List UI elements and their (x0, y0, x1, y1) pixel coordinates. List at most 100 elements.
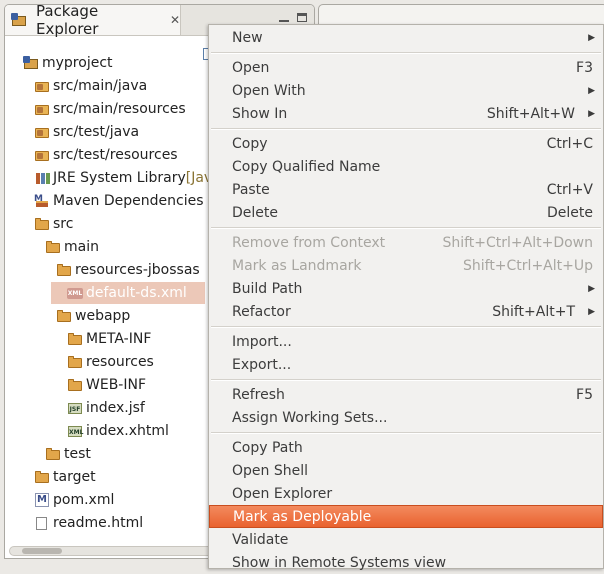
tree-item[interactable]: src/test/java (18, 121, 139, 143)
submenu-arrow-icon: ▶ (588, 85, 595, 96)
menu-item-label: Remove from Context (232, 234, 386, 251)
collapsed-arrow-icon[interactable] (51, 334, 61, 344)
menu-item-refresh[interactable]: Refresh F5 (209, 383, 603, 406)
menu-item-copy[interactable]: Copy Ctrl+C (209, 132, 603, 155)
close-icon[interactable]: ✕ (170, 13, 180, 27)
expanded-arrow-icon[interactable] (40, 311, 50, 321)
menu-item-copy-path[interactable]: Copy Path (209, 436, 603, 459)
menu-item-delete[interactable]: Delete Delete (209, 201, 603, 224)
tree-item-label: src/test/java (53, 124, 140, 140)
menu-item-mark-as-deployable[interactable]: Mark as Deployable (209, 505, 603, 528)
tree-item[interactable]: default-ds.xml (51, 282, 205, 304)
collapsed-arrow-icon[interactable] (51, 357, 61, 367)
tree-item[interactable]: resources (51, 351, 154, 373)
submenu-arrow-icon: ▶ (588, 32, 595, 43)
tree-item[interactable]: src (18, 213, 73, 235)
tree-item[interactable]: src/test/resources (18, 144, 178, 166)
menu-item-label: Open With (232, 82, 306, 99)
project-icon (23, 56, 39, 70)
tree-item[interactable]: webapp (40, 305, 130, 327)
collapsed-arrow-icon[interactable] (18, 127, 28, 137)
menu-item-build-path[interactable]: Build Path ▶ (209, 277, 603, 300)
menu-item-refactor[interactable]: Refactor Shift+Alt+T ▶ (209, 300, 603, 323)
menu-item-label: Validate (232, 531, 289, 548)
folder-icon (45, 240, 61, 254)
tree-item-label: index.jsf (86, 400, 145, 416)
tab-title: Package Explorer (36, 4, 99, 38)
collapsed-arrow-icon[interactable] (18, 81, 28, 91)
menu-separator (211, 432, 601, 434)
menu-item-label: Open (232, 59, 270, 76)
menu-item-open-with[interactable]: Open With ▶ (209, 79, 603, 102)
menu-item-mark-as-landmark[interactable]: Mark as Landmark Shift+Ctrl+Alt+Up (209, 254, 603, 277)
tree-item[interactable]: Maven Dependencies (18, 190, 204, 212)
scrollbar-thumb[interactable] (22, 548, 62, 554)
tree-item[interactable]: test (29, 443, 91, 465)
collapsed-arrow-icon[interactable] (29, 449, 39, 459)
menu-item-export[interactable]: Export... (209, 353, 603, 376)
menu-item-remove-from-context[interactable]: Remove from Context Shift+Ctrl+Alt+Down (209, 231, 603, 254)
collapsed-arrow-icon[interactable] (18, 196, 28, 206)
tree-item[interactable]: readme.html (18, 512, 143, 534)
source-folder-icon (34, 102, 50, 116)
tree-item[interactable]: pom.xml (18, 489, 114, 511)
jsf-file-icon (67, 401, 83, 415)
minimize-icon[interactable] (279, 13, 289, 22)
menu-separator (211, 52, 601, 54)
collapsed-arrow-icon[interactable] (18, 173, 28, 183)
menu-item-new[interactable]: New ▶ (209, 26, 603, 49)
tree-item[interactable]: WEB-INF (51, 374, 146, 396)
xml-file-icon (67, 286, 83, 300)
tree-item-label: target (53, 469, 96, 485)
menu-item-show-in[interactable]: Show In Shift+Alt+W ▶ (209, 102, 603, 125)
folder-icon (67, 355, 83, 369)
menu-item-paste[interactable]: Paste Ctrl+V (209, 178, 603, 201)
tree-item[interactable]: index.jsf (51, 397, 145, 419)
tree-item[interactable]: main (29, 236, 99, 258)
tree-item[interactable]: myproject (7, 52, 113, 74)
tree-item[interactable]: target (18, 466, 96, 488)
expanded-arrow-icon[interactable] (7, 58, 17, 68)
context-menu: New ▶ Open F3 Open With ▶ Show In Shift+Alt+W ▶ C… (208, 24, 604, 571)
tree-item[interactable]: resources-jbossas (40, 259, 200, 281)
menu-item-label: Delete (232, 204, 278, 221)
tree-item[interactable]: index.xhtml (51, 420, 169, 442)
menu-item-label: Mark as Deployable (233, 508, 372, 525)
collapsed-arrow-icon[interactable] (51, 380, 61, 390)
menu-item-copy-qualified-name[interactable]: Copy Qualified Name (209, 155, 603, 178)
menu-item-import[interactable]: Import... (209, 330, 603, 353)
menu-item-label: Build Path (232, 280, 303, 297)
source-folder-icon (34, 125, 50, 139)
tree-item-label: myproject (42, 55, 113, 71)
menu-item-validate[interactable]: Validate (209, 528, 603, 551)
menu-item-label: Import... (232, 333, 292, 350)
menu-item-shortcut: F3 (576, 59, 593, 76)
menu-item-shortcut: Ctrl+C (546, 135, 593, 152)
collapsed-arrow-icon[interactable] (18, 150, 28, 160)
menu-item-shortcut: Delete (547, 204, 593, 221)
tab-package-explorer[interactable]: Package Explorer ✕ (5, 4, 181, 38)
menu-item-shortcut: Shift+Alt+T (492, 303, 575, 320)
expanded-arrow-icon[interactable] (29, 242, 39, 252)
collapsed-arrow-icon[interactable] (18, 104, 28, 114)
menu-item-open[interactable]: Open F3 (209, 56, 603, 79)
menu-separator (211, 326, 601, 328)
tree-item[interactable]: JRE System Library [Jav (18, 167, 212, 189)
tree-item[interactable]: META-INF (51, 328, 151, 350)
menu-item-label: Mark as Landmark (232, 257, 362, 274)
expanded-arrow-icon[interactable] (40, 265, 50, 275)
xhtml-file-icon (67, 424, 83, 438)
tree-item[interactable]: src/main/java (18, 75, 147, 97)
tree-item-label: pom.xml (53, 492, 115, 508)
source-folder-icon (34, 79, 50, 93)
tree-item-label: Maven Dependencies (53, 193, 204, 209)
menu-item-open-explorer[interactable]: Open Explorer (209, 482, 603, 505)
menu-item-label: Open Explorer (232, 485, 333, 502)
menu-item-open-shell[interactable]: Open Shell (209, 459, 603, 482)
maximize-icon[interactable] (297, 13, 307, 22)
menu-item-label: Copy Qualified Name (232, 158, 381, 175)
tree-item[interactable]: src/main/resources (18, 98, 186, 120)
menu-item-assign-working-sets[interactable]: Assign Working Sets... (209, 406, 603, 429)
expanded-arrow-icon[interactable] (18, 219, 28, 229)
menu-separator (211, 227, 601, 229)
